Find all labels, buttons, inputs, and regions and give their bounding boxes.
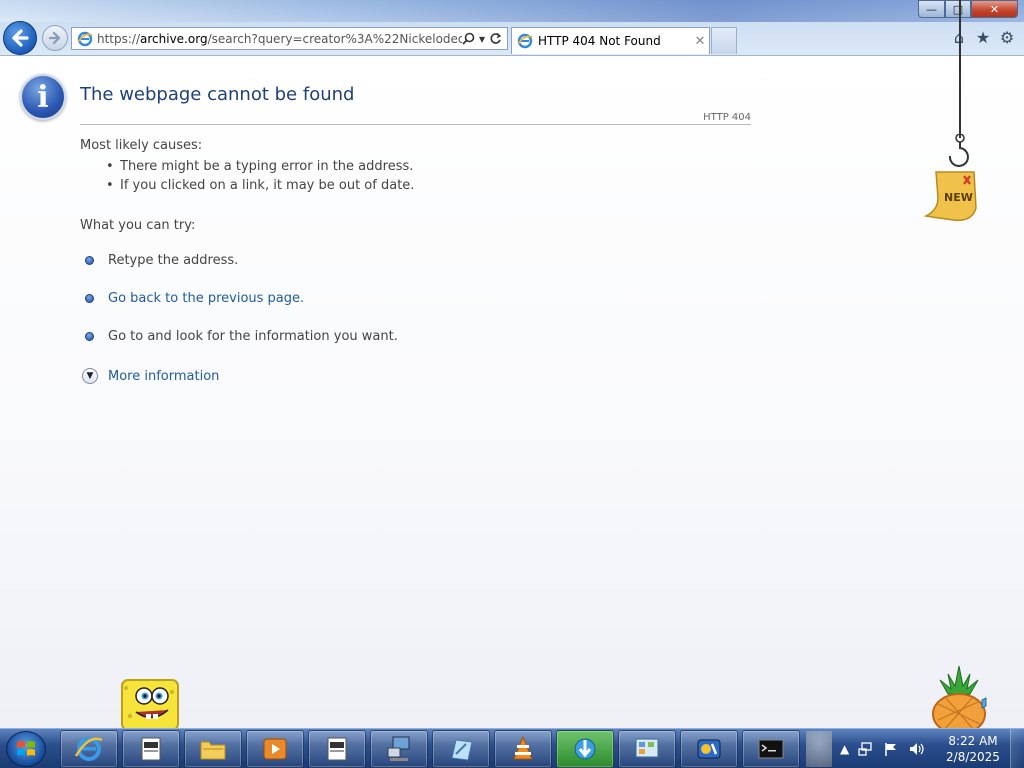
search-icon[interactable] <box>462 32 475 45</box>
new-badge-icon: NEW <box>924 171 977 221</box>
download-globe-icon <box>574 738 596 760</box>
title-divider <box>80 124 751 125</box>
more-information-label[interactable]: More information <box>108 369 219 384</box>
new-badge-text: NEW <box>944 191 973 204</box>
page-title: The webpage cannot be found <box>80 84 355 105</box>
favorites-star-icon[interactable]: ★ <box>974 28 992 47</box>
taskbar-internet-explorer[interactable] <box>60 730 118 768</box>
close-button[interactable]: ✕ <box>971 0 1018 18</box>
new-tab-button[interactable] <box>711 27 737 54</box>
taskbar-paint-app[interactable] <box>432 730 490 768</box>
gear-icon[interactable]: ⚙ <box>998 28 1016 47</box>
network-icon[interactable] <box>858 741 874 757</box>
volume-icon[interactable] <box>908 741 926 757</box>
page-content: i The webpage cannot be found HTTP 404 M… <box>0 56 1024 728</box>
dropdown-arrow-icon[interactable]: ▾ <box>479 32 485 46</box>
titlebar-glass <box>0 0 1024 22</box>
window-app-icon <box>327 737 347 761</box>
chevron-down-icon[interactable]: ▼ <box>82 368 98 384</box>
taskbar-file-explorer[interactable] <box>184 730 242 768</box>
taskbar-download-manager[interactable] <box>556 730 614 768</box>
browser-titlebar: https://archive.org/search?query=creator… <box>0 0 1024 56</box>
try-item-go-back[interactable]: Go back to the previous page. <box>85 291 304 306</box>
http-status-code: HTTP 404 <box>703 112 751 123</box>
taskbar-media-player[interactable] <box>246 730 304 768</box>
arrow-left-icon <box>12 29 29 47</box>
taskbar-network-tool[interactable] <box>370 730 428 768</box>
bullet-icon <box>85 294 94 303</box>
try-item-go-to: Go to and look for the information you w… <box>85 329 398 344</box>
bullet-icon <box>85 256 94 265</box>
causes-heading: Most likely causes: <box>80 138 203 153</box>
info-icon: i <box>20 74 66 120</box>
try-item-text: Go to and look for the information you w… <box>108 329 398 344</box>
system-tray: ▲ <box>840 729 926 768</box>
windows-logo-icon <box>17 741 35 756</box>
more-information-toggle[interactable]: ▼ More information <box>82 368 219 384</box>
forward-button[interactable] <box>42 25 68 51</box>
taskbar-file-window-2[interactable] <box>308 730 366 768</box>
try-item-text: Retype the address. <box>108 253 239 268</box>
causes-list: There might be a typing error in the add… <box>106 159 414 197</box>
maximize-button[interactable]: □ <box>945 0 971 18</box>
taskbar-command-prompt[interactable] <box>742 730 800 768</box>
folder-icon <box>200 741 226 760</box>
paint-icon <box>451 739 473 761</box>
show-hidden-icons-chevron-icon[interactable]: ▲ <box>840 742 849 756</box>
arrow-right-icon <box>48 31 61 45</box>
internet-explorer-icon <box>74 737 103 761</box>
back-button[interactable] <box>3 21 37 55</box>
media-player-icon <box>263 738 287 760</box>
address-path: /search?query=creator%3A%22Nickelodeon%2… <box>207 31 462 46</box>
clock-time: 8:22 AM <box>948 734 998 748</box>
clock[interactable]: 8:22 AM 2/8/2025 <box>940 733 1006 765</box>
taskbar-file-window-1[interactable] <box>122 730 180 768</box>
window-app-icon <box>141 737 161 761</box>
taskbar-vlc-player[interactable] <box>494 730 552 768</box>
refresh-icon[interactable] <box>489 32 502 45</box>
try-heading: What you can try: <box>80 218 196 233</box>
tab-http-404[interactable]: HTTP 404 Not Found ✕ <box>511 27 710 54</box>
clock-date: 2/8/2025 <box>946 750 1000 764</box>
start-button[interactable] <box>6 731 46 767</box>
pineapple-house-icon <box>932 665 987 730</box>
tab-close-icon[interactable]: ✕ <box>691 34 709 49</box>
window-controls: — □ ✕ <box>918 0 1018 18</box>
address-bar[interactable]: https://archive.org/search?query=creator… <box>71 27 508 50</box>
minimize-button[interactable]: — <box>918 0 945 18</box>
address-text[interactable]: https://archive.org/search?query=creator… <box>97 32 462 46</box>
cause-item: If you clicked on a link, it may be out … <box>106 178 414 197</box>
action-center-flag-icon[interactable] <box>883 741 899 757</box>
vlc-cone-icon <box>513 735 533 760</box>
app-icon <box>697 739 721 759</box>
taskbar-ghost-app-icon[interactable] <box>806 731 832 767</box>
ie-page-icon <box>77 31 93 46</box>
hanging-string <box>959 0 961 138</box>
address-domain: archive.org <box>140 31 208 46</box>
address-tools: ▾ <box>462 32 507 46</box>
cause-item: There might be a typing error in the add… <box>106 159 414 178</box>
show-desktop-button[interactable] <box>1010 729 1024 768</box>
address-protocol: https:// <box>97 31 141 46</box>
taskbar-app-icon[interactable] <box>680 730 738 768</box>
taskbar: ▲ 8:22 AM 2/8/2025 <box>0 728 1024 768</box>
control-panel-icon <box>635 738 659 758</box>
network-computer-icon <box>387 736 410 761</box>
try-item-retype: Retype the address. <box>85 253 238 268</box>
taskbar-control-panel[interactable] <box>618 730 676 768</box>
spongebob-icon <box>121 679 179 730</box>
command-prompt-icon <box>758 739 784 759</box>
tab-title: HTTP 404 Not Found <box>538 34 661 48</box>
bullet-icon <box>85 332 94 341</box>
go-back-link[interactable]: Go back to the previous page. <box>108 291 304 306</box>
ie-tab-icon <box>517 33 533 49</box>
